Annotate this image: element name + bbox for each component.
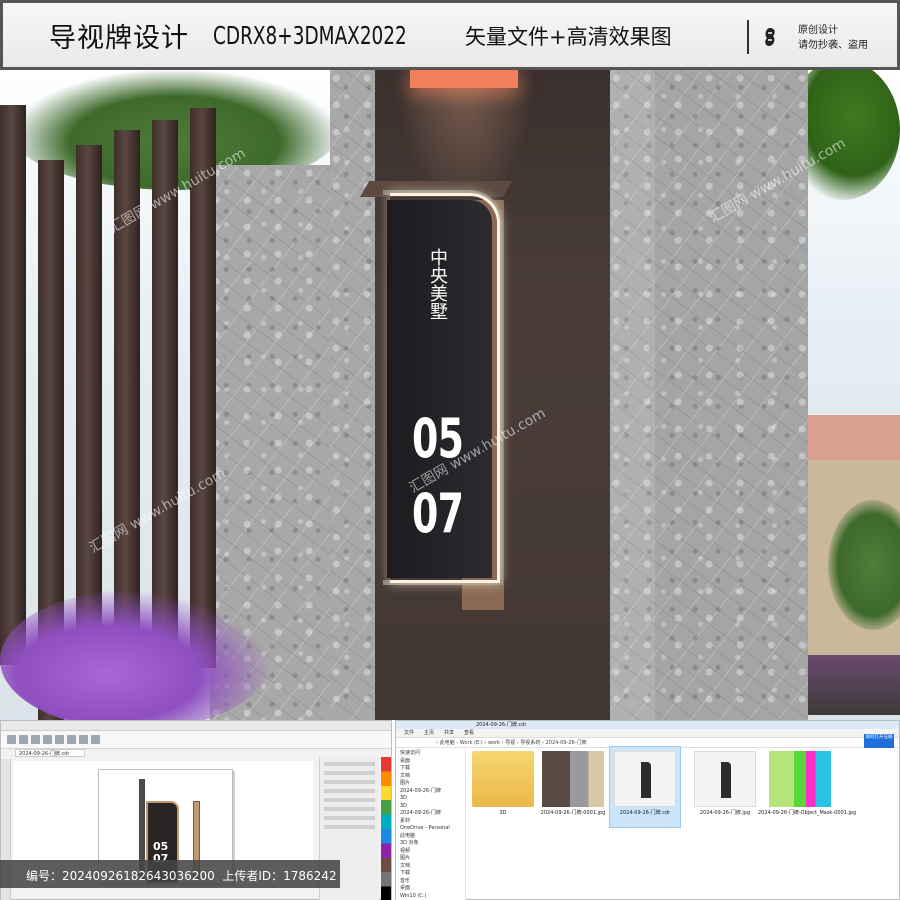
file-name: 2024-09-26-门牌-0001.jpg — [540, 810, 606, 816]
toolbar-icon[interactable] — [43, 735, 52, 744]
color-palette[interactable] — [381, 757, 391, 900]
copyright-notice: 原创设计 请勿抄袭、盗用 — [798, 23, 868, 53]
image-thumbnail — [694, 751, 756, 807]
explorer-titlebar: 2024-09-26-门牌.cdr — [396, 721, 899, 729]
file-types: 矢量文件+高清效果图 — [465, 25, 672, 49]
ribbon-tab-view[interactable]: 查看 — [464, 729, 474, 737]
ribbon-tab-home[interactable]: 主页 — [424, 729, 434, 737]
nav-item[interactable]: 2024-09-26-门牌 — [400, 788, 461, 796]
nav-item[interactable]: 快速访问 — [400, 750, 461, 758]
header-banner: 导视牌设计 CDRX8+3DMAX2022 矢量文件+高清效果图 原创设计 请勿… — [0, 0, 900, 70]
nav-item[interactable]: 桌面 — [400, 885, 461, 893]
nav-item[interactable]: 3D — [400, 803, 461, 811]
file-explorer-window: 2024-09-26-门牌.cdr 文件 主页 共享 查看 › 此电脑 › Wo… — [395, 720, 900, 900]
navigation-pane: 快速访问 桌面 下载 文档 图片 2024-09-26-门牌 3D 3D 2024-09-26-… — [396, 748, 466, 900]
folder-icon — [472, 751, 534, 807]
id-value: 20240926182643036200 — [62, 869, 215, 883]
nav-item[interactable]: 文档 — [400, 863, 461, 871]
nav-item[interactable]: 3D 对象 — [400, 840, 461, 848]
nav-item[interactable]: 3D — [400, 795, 461, 803]
toolbar-icon[interactable] — [7, 735, 16, 744]
garden-hedge — [800, 655, 900, 715]
toolbar-icon[interactable] — [19, 735, 28, 744]
sign-community-name: 中央美墅 — [427, 248, 448, 320]
file-grid: 3D 2024-09-26-门牌-0001.jpg 2024-09-26-门牌.… — [468, 746, 898, 900]
ribbon-tab-file[interactable]: 文件 — [404, 729, 414, 737]
file-name: 3D — [499, 810, 507, 816]
cdr-toolbar — [1, 731, 391, 749]
toolbar-icon[interactable] — [55, 735, 64, 744]
wall-lamp — [410, 70, 518, 88]
notice-line-2: 请勿抄袭、盗用 — [798, 40, 868, 51]
fence-slat — [190, 108, 216, 668]
uploader-label: 上传者ID： — [222, 869, 284, 883]
cdr-thumbnail — [614, 751, 676, 807]
toolbar-icon[interactable] — [79, 735, 88, 744]
cdr-titlebar — [1, 721, 391, 731]
image-thumbnail — [769, 751, 831, 807]
file-item-folder-3d[interactable]: 3D — [468, 751, 538, 817]
nav-item[interactable]: 桌面 — [400, 758, 461, 766]
header-divider — [747, 20, 749, 54]
toolbar-icon[interactable] — [91, 735, 100, 744]
stone-pillar-top — [330, 70, 380, 720]
explorer-ribbon: 文件 主页 共享 查看 — [396, 729, 899, 738]
fence-slat — [0, 105, 26, 665]
help-badge[interactable]: 如何打开压缩 — [864, 734, 894, 748]
banner-title: 导视牌设计 — [49, 22, 189, 54]
nav-item[interactable]: 2024-09-26-门牌 — [400, 810, 461, 818]
nav-item[interactable]: 视频 — [400, 848, 461, 856]
nav-item[interactable]: 文档 — [400, 773, 461, 781]
file-item-render-jpg[interactable]: 2024-09-26-门牌-0001.jpg — [538, 751, 608, 817]
nav-item[interactable]: 素材 — [400, 818, 461, 826]
nav-item[interactable]: 图片 — [400, 855, 461, 863]
toolbar-icon[interactable] — [67, 735, 76, 744]
software-versions: CDRX8+3DMAX2022 — [213, 20, 407, 50]
file-name: 2024-09-26-门牌-Object_Mask-0001.jpg — [758, 810, 857, 816]
file-name: 2024-09-26-门牌.cdr — [619, 810, 671, 816]
nav-item[interactable]: 图片 — [400, 780, 461, 788]
nav-item[interactable]: Win10 (C:) — [400, 893, 461, 900]
file-item-cdr-jpg[interactable]: 2024-09-26-门牌.jpg — [690, 751, 760, 817]
notice-line-1: 原创设计 — [798, 25, 838, 36]
nav-item[interactable]: OneDrive - Personal — [400, 825, 461, 833]
lavender-flowers — [0, 590, 270, 720]
ribbon-tab-share[interactable]: 共享 — [444, 729, 454, 737]
document-tab[interactable]: 2024-09-26-门牌.cdr — [15, 749, 85, 757]
file-name: 2024-09-26-门牌.jpg — [699, 810, 751, 816]
file-item-mask-jpg[interactable]: 2024-09-26-门牌-Object_Mask-0001.jpg — [758, 751, 857, 817]
render-scene: 中央美墅 05 07 汇图网 www.huitu.com 汇图网 www.hui… — [0, 70, 900, 720]
brand-logo-icon — [765, 28, 775, 46]
id-label: 编号： — [26, 869, 63, 883]
toolbar-icon[interactable] — [31, 735, 40, 744]
nav-item[interactable]: 下载 — [400, 870, 461, 878]
nav-item[interactable]: 下载 — [400, 765, 461, 773]
image-info-text: 编号：20240926182643036200 上传者ID：1786242 — [26, 867, 337, 884]
nav-item[interactable]: 此电脑 — [400, 833, 461, 841]
image-info-bar: 编号：20240926182643036200 上传者ID：1786242 — [0, 860, 340, 888]
file-item-cdr[interactable]: 2024-09-26-门牌.cdr — [609, 746, 681, 828]
image-thumbnail — [542, 751, 604, 807]
uploader-value: 1786242 — [283, 869, 337, 883]
pillar-shadow — [610, 70, 655, 720]
nav-item[interactable]: 音乐 — [400, 878, 461, 886]
